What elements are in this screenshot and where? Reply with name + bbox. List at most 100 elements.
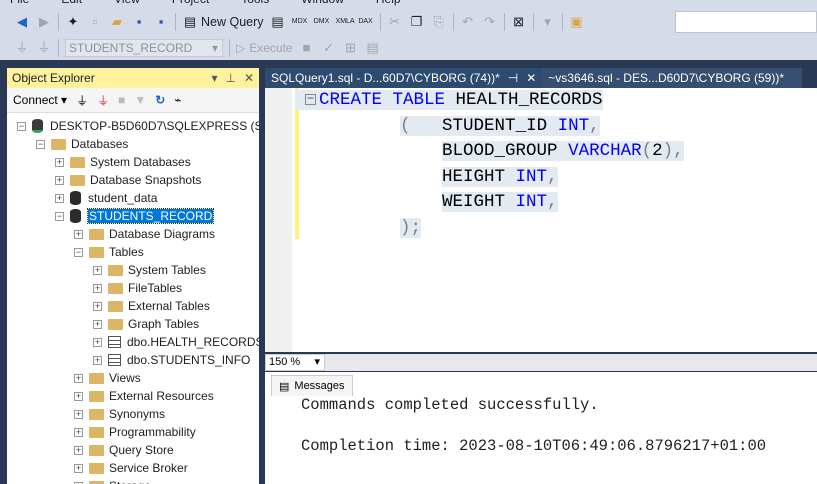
tab-vs3646[interactable]: ~vs3646.sql - DES...D60D7\CYBORG (59))*	[542, 68, 803, 88]
save-icon[interactable]: ▪	[131, 14, 147, 30]
copy-icon[interactable]: ❐	[409, 14, 425, 30]
database-select[interactable]: STUDENTS_RECORD	[65, 39, 223, 57]
tree-node[interactable]: + FileTables	[7, 279, 259, 297]
activity-icon[interactable]: ⌁	[174, 93, 181, 107]
tree-node[interactable]: + student_data	[7, 189, 259, 207]
tab-messages[interactable]: ▤ Messages	[271, 375, 353, 396]
close-icon[interactable]: ✕	[526, 71, 536, 85]
undo-icon[interactable]: ↶	[460, 14, 476, 30]
tree-node[interactable]: + Database Diagrams	[7, 225, 259, 243]
tree-node[interactable]: − STUDENTS_RECORD	[7, 207, 259, 225]
menu-project[interactable]: Project	[172, 0, 209, 6]
tree-node[interactable]: + dbo.HEALTH_RECORDS	[7, 333, 259, 351]
menu-view[interactable]: View	[114, 0, 140, 6]
expand-icon[interactable]: +	[74, 445, 83, 455]
tree-node[interactable]: − DESKTOP-B5D60D7\SQLEXPRESS (SQL S	[7, 117, 259, 135]
parse-icon[interactable]: ✓	[321, 40, 337, 56]
tree-node[interactable]: + External Tables	[7, 297, 259, 315]
tree-node[interactable]: + Service Broker	[7, 459, 259, 477]
expand-icon[interactable]: +	[93, 337, 102, 347]
pin-icon[interactable]: ⊣	[508, 71, 518, 85]
tree-node[interactable]: − Databases	[7, 135, 259, 153]
query-editor[interactable]: − CREATE TABLE HEALTH_RECORDS ( STUDENT_I…	[265, 88, 817, 352]
menu-window[interactable]: Window	[301, 0, 344, 6]
menu-tools[interactable]: Tools	[241, 0, 269, 6]
expand-icon[interactable]: +	[74, 229, 83, 239]
expand-icon[interactable]: +	[93, 265, 102, 275]
collapse-icon[interactable]: −	[55, 211, 64, 221]
cut-icon[interactable]: ✂	[387, 14, 403, 30]
collapse-icon[interactable]: −	[17, 121, 26, 131]
menu-file[interactable]: File	[10, 0, 29, 6]
search-input[interactable]	[675, 11, 817, 33]
tree-node[interactable]: + Synonyms	[7, 405, 259, 423]
query-plan-icon[interactable]: ⊞	[343, 40, 359, 56]
collapse-icon[interactable]: −	[74, 247, 83, 257]
expand-icon[interactable]: +	[55, 175, 64, 185]
dmx-icon[interactable]: DMX	[314, 14, 330, 30]
expand-icon[interactable]: +	[74, 373, 83, 383]
tree-node[interactable]: + Graph Tables	[7, 315, 259, 333]
expand-icon[interactable]: +	[93, 283, 102, 293]
results-icon[interactable]: ▤	[365, 40, 381, 56]
expand-icon[interactable]: +	[93, 301, 102, 311]
menu-help[interactable]: Help	[376, 0, 401, 6]
filter-icon[interactable]: ▼	[134, 93, 146, 107]
new-query-button[interactable]: ▤ New Query	[182, 14, 264, 30]
sql-code[interactable]: − CREATE TABLE HEALTH_RECORDS ( STUDENT_I…	[295, 88, 684, 241]
dropdown-icon[interactable]: ▾	[540, 14, 556, 30]
execute-button[interactable]: ▷ Execute	[236, 41, 293, 55]
results-tabs: ▤ Messages	[265, 372, 817, 396]
find-icon[interactable]: ▣	[569, 14, 585, 30]
expand-icon[interactable]: +	[74, 463, 83, 473]
tree-node[interactable]: + Query Store	[7, 441, 259, 459]
xmla-icon[interactable]: XMLA	[336, 14, 355, 30]
sql-editor-toolbar: ⏚ ⏚ STUDENTS_RECORD ▷Execute ■ ✓ ⊞ ▤	[0, 36, 817, 60]
save-all-icon[interactable]: ▪	[153, 14, 169, 30]
tree-node[interactable]: + Database Snapshots	[7, 171, 259, 189]
stop-icon[interactable]: ■	[299, 40, 315, 56]
expand-icon[interactable]: +	[55, 157, 64, 167]
expand-icon[interactable]: +	[74, 409, 83, 419]
expand-icon[interactable]: +	[55, 193, 64, 203]
tree-node[interactable]: + System Tables	[7, 261, 259, 279]
dropdown-icon[interactable]: ▾	[211, 71, 217, 85]
zoom-select[interactable]: 150 %	[265, 354, 325, 371]
connect-button[interactable]: Connect ▾	[13, 93, 67, 107]
collapse-icon[interactable]: −	[36, 139, 45, 149]
tree-node[interactable]: + Programmability	[7, 423, 259, 441]
activity-monitor-icon[interactable]: ⊠	[511, 14, 527, 30]
refresh-icon[interactable]: ↻	[155, 93, 165, 107]
tree-node[interactable]: + External Resources	[7, 387, 259, 405]
back-icon[interactable]: ◀	[14, 14, 30, 30]
expand-icon[interactable]: +	[93, 319, 102, 329]
database-engine-query-icon[interactable]: ▤	[270, 14, 286, 30]
stop-icon[interactable]: ■	[118, 93, 125, 107]
database-icon	[70, 191, 81, 205]
tree-node[interactable]: + System Databases	[7, 153, 259, 171]
expand-icon[interactable]: +	[74, 427, 83, 437]
forward-icon[interactable]: ▶	[36, 14, 52, 30]
close-icon[interactable]: ✕	[244, 71, 254, 85]
add-file-icon[interactable]: ▫	[87, 14, 103, 30]
new-project-icon[interactable]: ✦	[65, 14, 81, 30]
paste-icon[interactable]: ⎘	[431, 14, 447, 30]
tree-node[interactable]: − Tables	[7, 243, 259, 261]
tab-sqlquery1[interactable]: SQLQuery1.sql - D...60D7\CYBORG (74))* ⊣ ✕	[265, 68, 543, 88]
tree-node[interactable]: +Storage	[7, 477, 259, 484]
expand-icon[interactable]: +	[74, 391, 83, 401]
dax-icon[interactable]: DAX	[358, 14, 374, 30]
redo-icon[interactable]: ↷	[482, 14, 498, 30]
tree-node[interactable]: + dbo.STUDENTS_INFO	[7, 351, 259, 369]
pin-icon[interactable]: ⊥	[225, 71, 235, 85]
disconnect-icon[interactable]: ⏚	[97, 92, 109, 109]
open-file-icon[interactable]: ▰	[109, 14, 125, 30]
change-connection-icon[interactable]: ⏚	[36, 40, 52, 56]
database-icon	[70, 209, 81, 223]
mdx-icon[interactable]: MDX	[292, 14, 308, 30]
menu-edit[interactable]: Edit	[61, 0, 82, 6]
tree-node[interactable]: + Views	[7, 369, 259, 387]
expand-icon[interactable]: +	[93, 355, 102, 365]
connect-icon[interactable]: ⏚	[14, 40, 30, 56]
connect-plug-icon[interactable]: ⏚	[76, 92, 88, 109]
